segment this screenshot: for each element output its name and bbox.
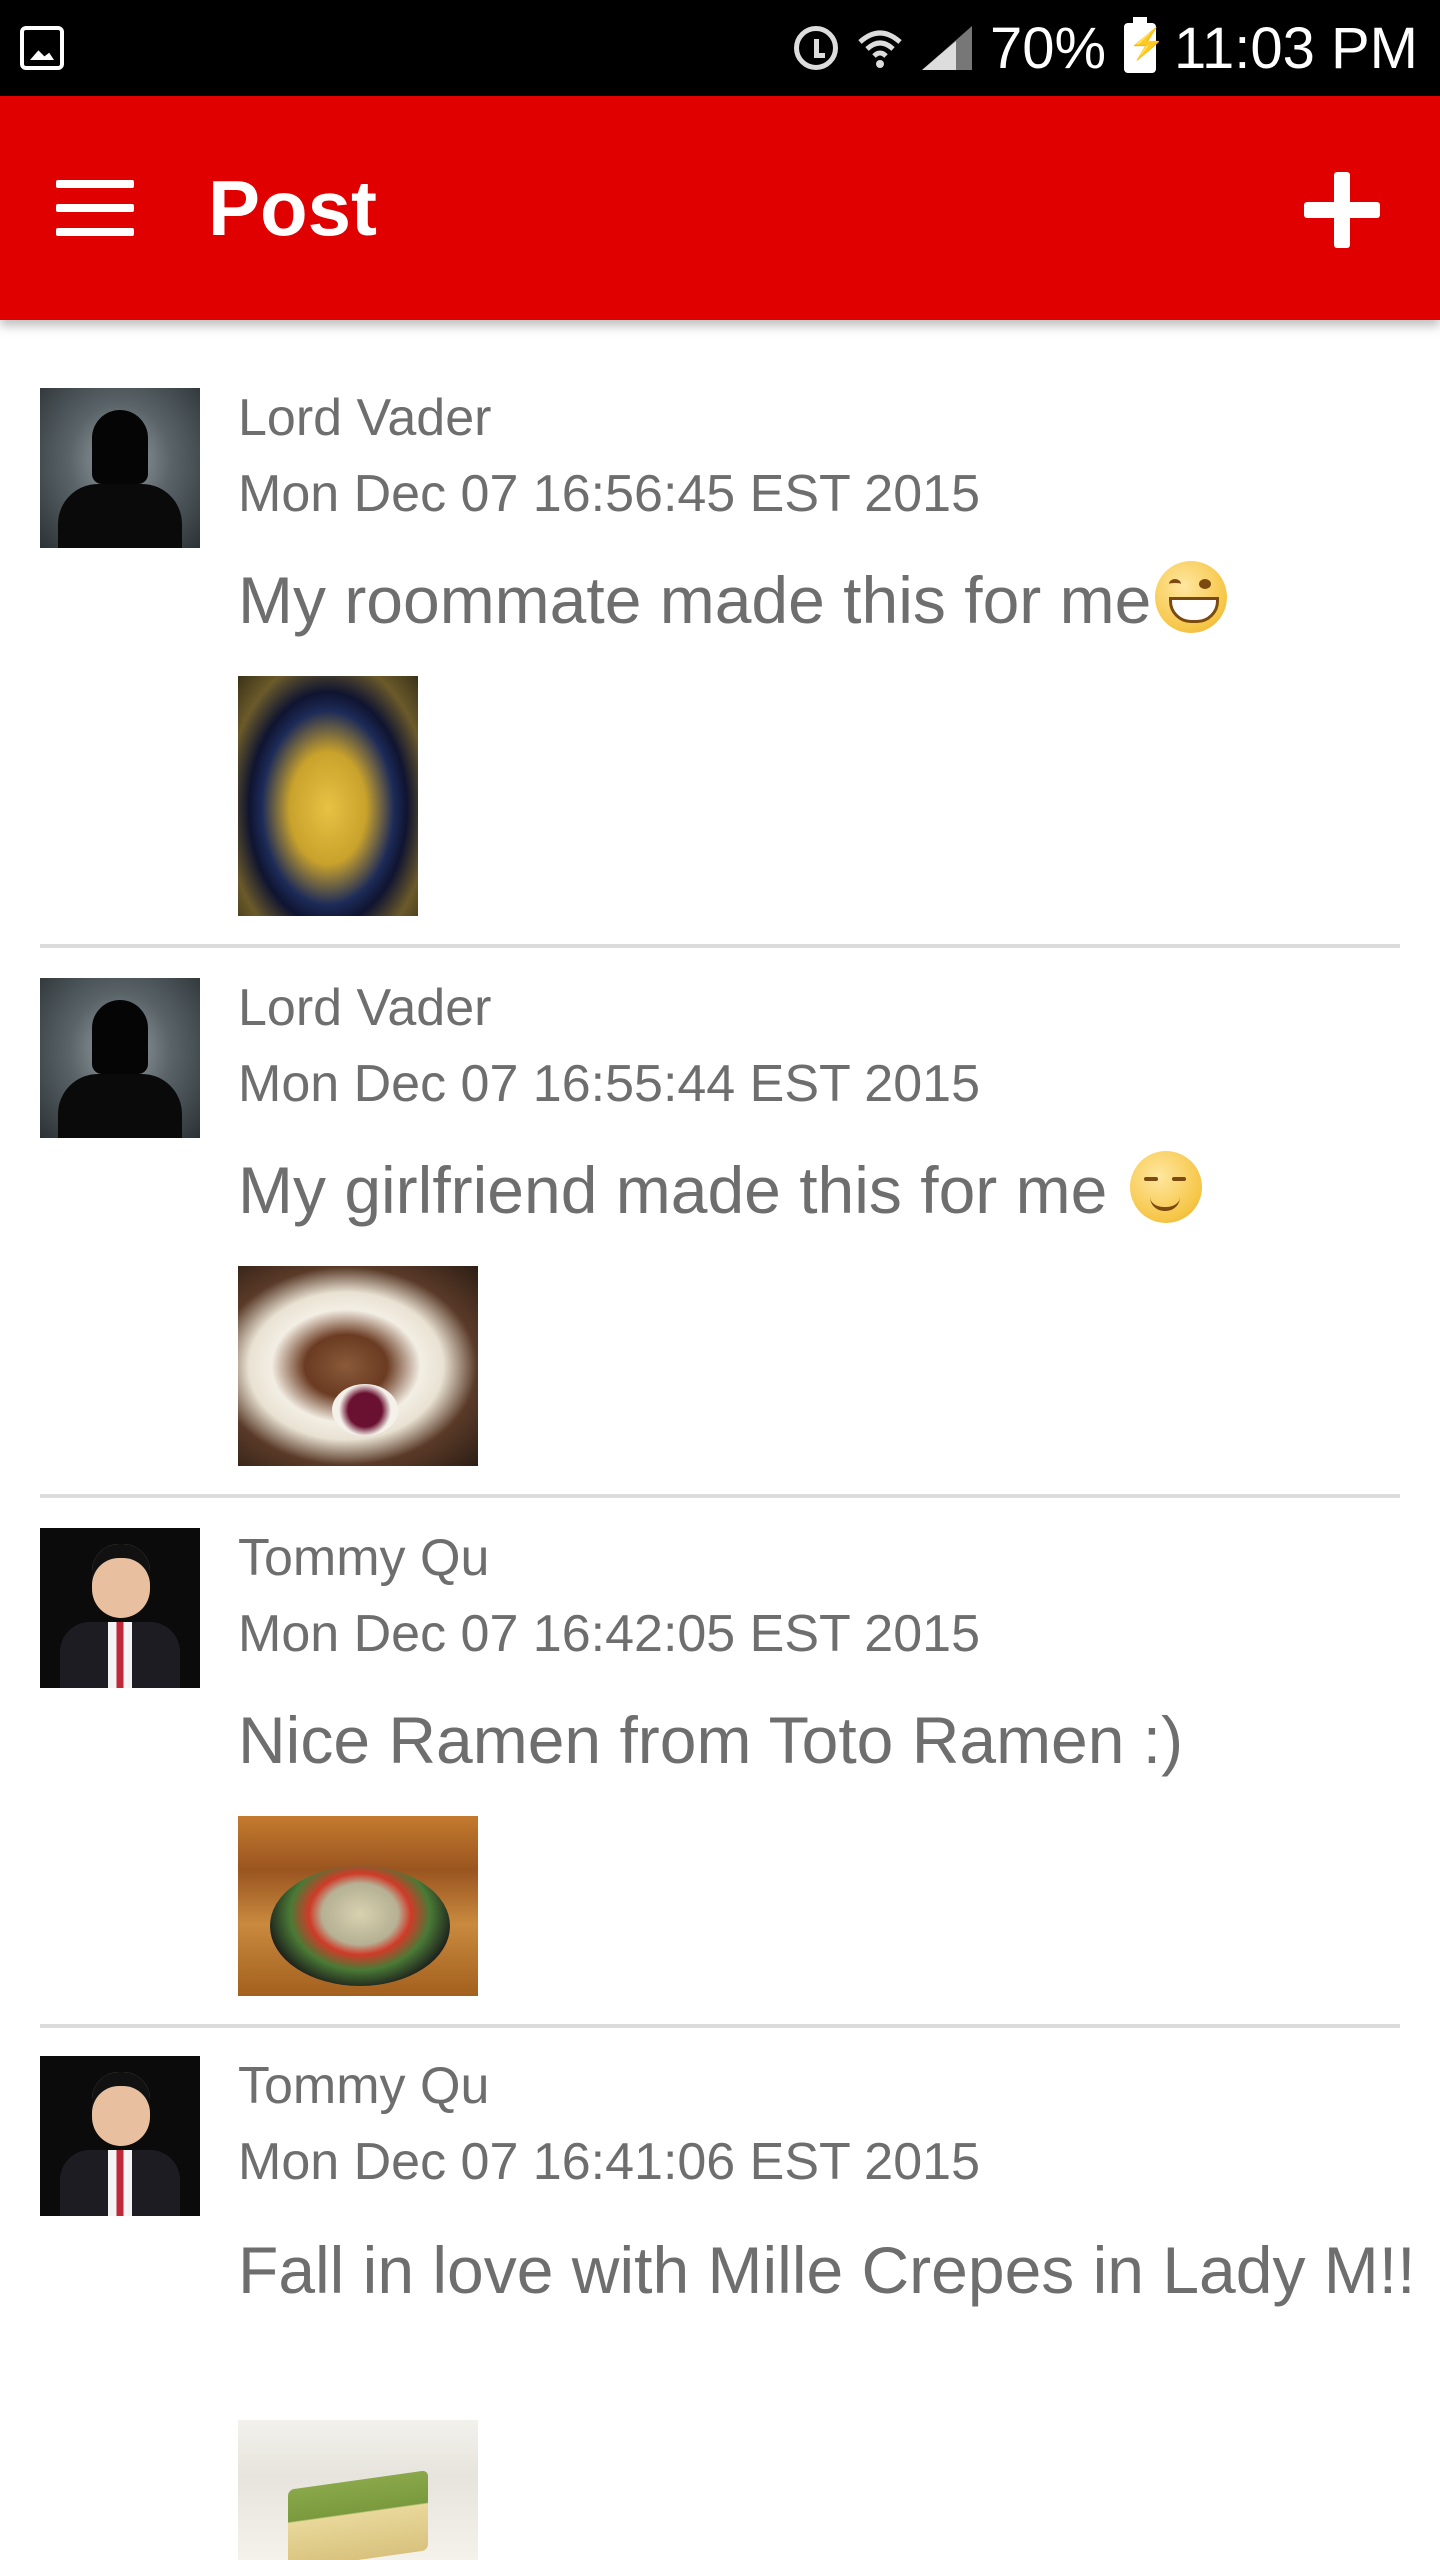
- post-author: Tommy Qu: [238, 1529, 490, 1587]
- app-bar: Post: [0, 96, 1440, 320]
- post-message: My girlfriend made this for me: [238, 1150, 1418, 1230]
- post-message: Nice Ramen from Toto Ramen :): [238, 1703, 1184, 1777]
- post-author: Tommy Qu: [238, 2057, 490, 2115]
- grinning-face-emoji: [1155, 561, 1228, 633]
- post-message: My roommate made this for me: [238, 560, 1418, 640]
- avatar[interactable]: [40, 978, 200, 1138]
- post-timestamp: Mon Dec 07 16:42:05 EST 2015: [238, 1605, 980, 1663]
- divider: [40, 2024, 1400, 2028]
- gallery-notification-icon: [20, 26, 64, 70]
- menu-icon[interactable]: [56, 180, 134, 236]
- post-photo[interactable]: [238, 1266, 478, 1466]
- alarm-icon: [793, 26, 838, 70]
- status-bar: 70% 11:03 PM: [0, 0, 1440, 96]
- post-photo[interactable]: [238, 2420, 478, 2560]
- avatar[interactable]: [40, 1528, 200, 1688]
- smirking-face-emoji: [1129, 1151, 1202, 1223]
- divider: [40, 944, 1400, 948]
- add-post-button[interactable]: [1304, 172, 1380, 248]
- post-message: Fall in love with Mille Crepes in Lady M…: [238, 2233, 1416, 2307]
- post-author: Lord Vader: [238, 979, 492, 1037]
- avatar[interactable]: [40, 2056, 200, 2216]
- post-timestamp: Mon Dec 07 16:56:45 EST 2015: [238, 465, 980, 523]
- status-bar-right: 70% 11:03 PM: [793, 0, 1418, 96]
- avatar[interactable]: [40, 388, 200, 548]
- clock: 11:03 PM: [1174, 15, 1418, 81]
- post-author: Lord Vader: [238, 389, 492, 447]
- wifi-icon: [858, 30, 902, 68]
- page-title: Post: [208, 164, 378, 252]
- signal-icon: [921, 26, 972, 70]
- post-photo[interactable]: [238, 1816, 478, 1996]
- post-timestamp: Mon Dec 07 16:55:44 EST 2015: [238, 1055, 980, 1113]
- post-timestamp: Mon Dec 07 16:41:06 EST 2015: [238, 2133, 980, 2191]
- divider: [40, 1494, 1400, 1498]
- battery-percent: 70%: [989, 15, 1107, 81]
- post-photo[interactable]: [238, 676, 418, 916]
- battery-charging-icon: [1124, 17, 1165, 73]
